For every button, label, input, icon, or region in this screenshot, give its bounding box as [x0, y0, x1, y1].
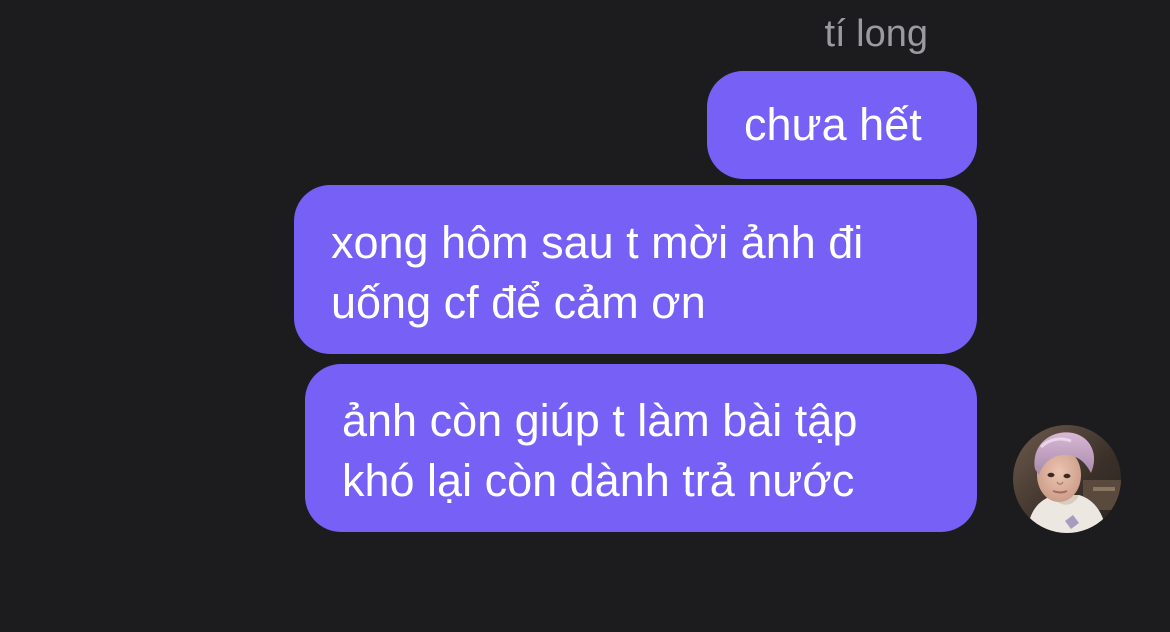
message-bubble[interactable]: ảnh còn giúp t làm bài tập khó lại còn d… [305, 364, 977, 532]
sender-name: tí long [824, 13, 928, 55]
message-text: ảnh còn giúp t làm bài tập [342, 395, 858, 446]
message-bubble[interactable]: chưa hết [707, 71, 977, 179]
message-text: chưa hết [744, 99, 922, 150]
message-text: khó lại còn dành trả nước [342, 455, 855, 506]
message-bubble[interactable]: xong hôm sau t mời ảnh đi uống cf để cảm… [294, 185, 977, 354]
message-text: xong hôm sau t mời ảnh đi [331, 217, 864, 268]
user-avatar-icon [1013, 425, 1121, 533]
message-text: uống cf để cảm ơn [331, 277, 706, 328]
avatar[interactable] [1013, 425, 1121, 533]
